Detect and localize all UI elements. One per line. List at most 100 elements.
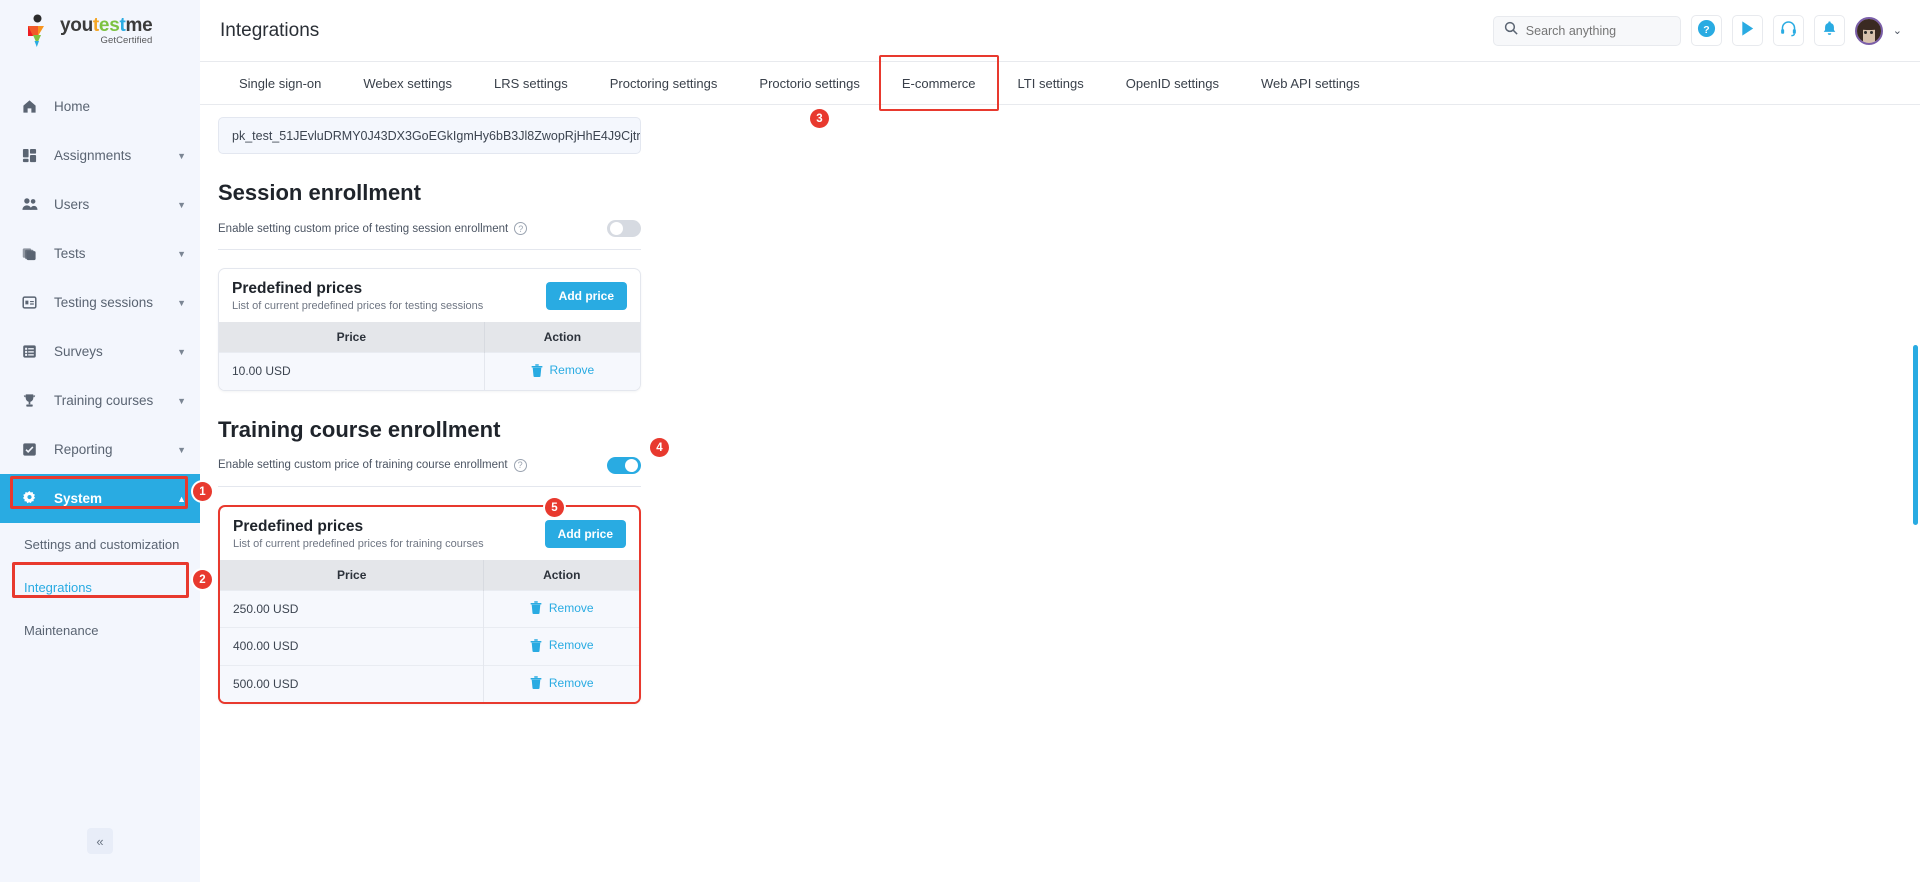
tab-webex-settings[interactable]: Webex settings (342, 62, 473, 104)
price-value: 250.00 USD (220, 589, 485, 628)
table-row: 400.00 USD Remove (220, 627, 639, 665)
price-value: 400.00 USD (220, 627, 485, 665)
help-icon: ? (1697, 19, 1716, 43)
remove-price-button[interactable]: Remove (531, 363, 595, 377)
session-enrollment-toggle-row: Enable setting custom price of testing s… (218, 220, 641, 250)
brand-logo[interactable]: youtestme GetCertified (0, 0, 200, 62)
sidebar-item-label: Tests (54, 246, 86, 261)
session-add-price-button[interactable]: Add price (545, 282, 627, 310)
sidebar-item-tests[interactable]: Tests ▼ (0, 229, 200, 278)
column-header-action: Action (484, 322, 640, 353)
remove-price-button[interactable]: Remove (530, 601, 594, 615)
price-value: 10.00 USD (219, 352, 485, 390)
tab-lti-settings[interactable]: LTI settings (997, 62, 1105, 104)
training-course-toggle[interactable] (607, 456, 641, 474)
notifications-button[interactable] (1813, 15, 1845, 46)
search-input[interactable] (1525, 23, 1670, 38)
sidebar-nav: Home Assignments ▼ Users ▼ Tests ▼ Testi… (0, 82, 200, 652)
sidebar-subitem-maintenance[interactable]: Maintenance (0, 609, 200, 652)
search-icon (1504, 21, 1518, 40)
play-tour-button[interactable] (1731, 15, 1763, 46)
table-header-row: Price Action (219, 322, 640, 353)
remove-price-button[interactable]: Remove (530, 676, 594, 690)
remove-label: Remove (549, 363, 595, 377)
tab-web-api-settings[interactable]: Web API settings (1240, 62, 1381, 104)
assignments-icon (22, 148, 44, 163)
avatar-graphic-left (1856, 25, 1863, 41)
vertical-scrollbar[interactable] (1913, 345, 1918, 525)
training-toggle-label: Enable setting custom price of training … (218, 459, 508, 471)
session-card-title: Predefined prices (232, 280, 363, 297)
play-icon (1739, 20, 1756, 42)
sidebar-item-reporting[interactable]: Reporting ▼ (0, 425, 200, 474)
remove-price-button[interactable]: Remove (530, 638, 594, 652)
sidebar-collapse-button[interactable]: « (87, 828, 113, 854)
search-box[interactable] (1492, 15, 1681, 46)
chevron-double-left-icon: « (96, 833, 104, 849)
help-button[interactable]: ? (1690, 15, 1722, 46)
training-card-header: Predefined prices List of current predef… (220, 507, 639, 560)
avatar-graphic-right (1875, 25, 1881, 41)
training-add-price-button[interactable]: Add price (544, 519, 626, 548)
support-headset-icon (1780, 20, 1797, 42)
tab-label: Proctorio settings (759, 75, 860, 91)
table-row: 500.00 USD Remove (220, 664, 639, 702)
action-cell: Remove (483, 627, 639, 665)
chevron-down-icon: ▼ (177, 395, 186, 406)
svg-text:?: ? (1703, 24, 1709, 35)
notifications-bell-icon (1821, 20, 1838, 42)
help-circle-icon[interactable]: ? (513, 458, 527, 472)
price-value: 500.00 USD (220, 664, 485, 702)
sidebar-item-home[interactable]: Home (0, 82, 200, 131)
tab-label: Proctoring settings (609, 75, 718, 91)
sidebar-subitem-integrations[interactable]: Integrations (0, 566, 200, 609)
sidebar-item-testing-sessions[interactable]: Testing sessions ▼ (0, 278, 200, 327)
help-circle-icon[interactable]: ? (514, 222, 528, 235)
session-toggle-label: Enable setting custom price of testing s… (218, 222, 509, 235)
sidebar-item-surveys[interactable]: Surveys ▼ (0, 327, 200, 376)
training-enrollment-toggle-row: Enable setting custom price of training … (218, 456, 641, 487)
action-cell: Remove (483, 589, 639, 628)
support-button[interactable] (1772, 15, 1804, 46)
sidebar-item-label: Testing sessions (54, 295, 154, 310)
tab-openid-settings[interactable]: OpenID settings (1105, 62, 1240, 104)
tab-proctorio-settings[interactable]: Proctorio settings (738, 62, 880, 104)
tab-label: Webex settings (363, 75, 453, 91)
session-enrollment-toggle[interactable] (607, 220, 641, 237)
top-bar-actions: ? (1492, 15, 1902, 46)
sidebar-item-users[interactable]: Users ▼ (0, 180, 200, 229)
remove-label: Remove (548, 638, 594, 652)
brand-name: youtestme (60, 15, 153, 37)
trash-icon (530, 601, 542, 614)
tab-lrs-settings[interactable]: LRS settings (473, 62, 589, 104)
reporting-icon (22, 442, 44, 457)
sidebar-item-system[interactable]: System ▲ (0, 474, 200, 523)
gear-icon (22, 491, 44, 506)
tab-single-sign-on[interactable]: Single sign-on (218, 62, 342, 104)
avatar-eye-right (1870, 30, 1874, 34)
sidebar: youtestme GetCertified Home Assignments … (0, 0, 200, 882)
sidebar-subitem-label: Settings and customization (24, 537, 180, 552)
trash-icon (530, 676, 542, 689)
user-menu-chevron-down-icon[interactable]: ⌄ (1893, 24, 1902, 37)
brand-wordmark: youtestme GetCertified (60, 15, 153, 46)
tab-proctoring-settings[interactable]: Proctoring settings (589, 62, 739, 104)
sidebar-item-label: Training courses (54, 393, 154, 408)
remove-label: Remove (548, 600, 594, 615)
sidebar-item-assignments[interactable]: Assignments ▼ (0, 131, 200, 180)
step-number: 4 (656, 441, 663, 454)
youtestme-logo-icon (22, 14, 52, 48)
tab-label: LRS settings (494, 75, 568, 91)
sidebar-item-training-courses[interactable]: Training courses ▼ (0, 376, 200, 425)
action-cell: Remove (483, 664, 639, 702)
training-card-title: Predefined prices (233, 517, 364, 535)
sidebar-item-label: Users (54, 197, 90, 212)
tab-e-commerce[interactable]: E-commerce (878, 55, 999, 111)
step-badge-2: 2 (193, 570, 212, 589)
user-avatar[interactable] (1854, 16, 1883, 45)
publishable-key-field[interactable]: pk_test_51JEvluDRMY0J43DX3GoEGkIgmHy6bB3… (218, 117, 641, 154)
sidebar-subitem-settings-and-customization[interactable]: Settings and customization (0, 523, 200, 566)
action-cell: Remove (484, 352, 640, 390)
chevron-down-icon: ▼ (177, 346, 186, 357)
chevron-down-icon: ▼ (177, 297, 186, 308)
